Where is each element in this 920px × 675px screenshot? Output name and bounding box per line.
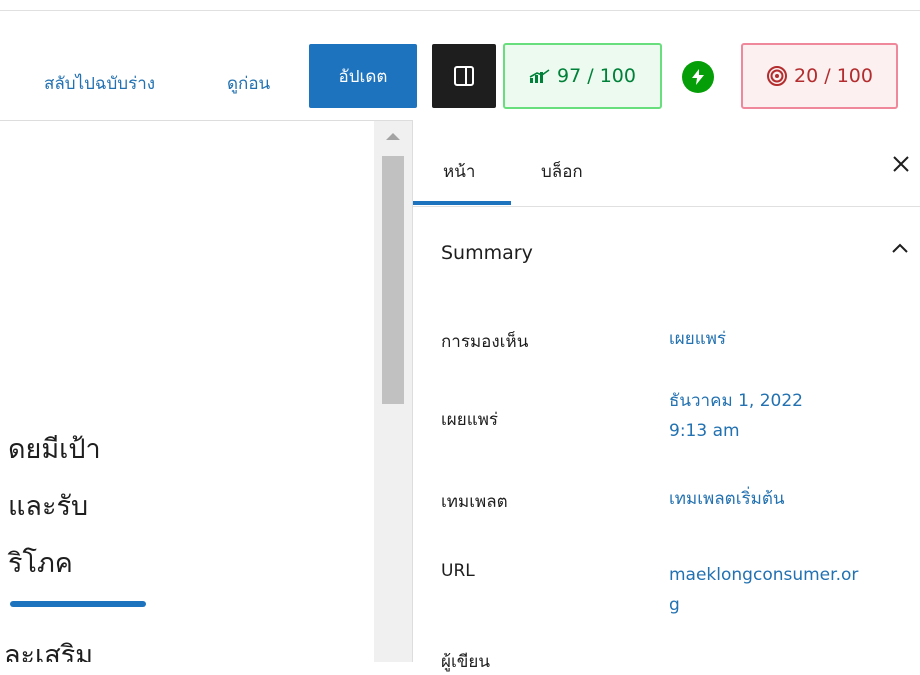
- settings-sidebar: หน้า บล็อก Summary การมองเห็น เผยแพร่ เผ…: [412, 120, 920, 672]
- chart-icon: [529, 69, 550, 83]
- url-value[interactable]: maeklongconsumer.or g: [669, 560, 858, 620]
- template-value[interactable]: เทมเพลตเริ่มต้น: [669, 484, 785, 514]
- publish-time: 9:13 am: [669, 421, 740, 441]
- tab-page[interactable]: หน้า: [443, 158, 475, 185]
- visibility-value[interactable]: เผยแพร่: [669, 324, 726, 354]
- content-line: ริโภค: [8, 548, 73, 579]
- url-line: g: [669, 595, 680, 615]
- tab-block[interactable]: บล็อก: [541, 158, 583, 185]
- active-tab-indicator: [413, 201, 511, 205]
- scroll-up-arrow-icon[interactable]: [386, 133, 400, 140]
- jetpack-bolt-icon: [692, 69, 704, 85]
- close-icon[interactable]: [889, 152, 913, 176]
- visibility-label: การมองเห็น: [441, 332, 529, 352]
- summary-panel-title[interactable]: Summary: [441, 242, 533, 264]
- url-line: maeklongconsumer.or: [669, 565, 859, 585]
- content-scrollbar[interactable]: [374, 121, 412, 662]
- preview-button[interactable]: ดูก่อน: [227, 70, 270, 97]
- content-line: ละเสริม: [4, 640, 94, 662]
- content-line: ดยมีเป้า: [8, 434, 101, 465]
- publish-label: เผยแพร่: [441, 410, 499, 430]
- editor-toolbar: สลับไปฉบับร่าง ดูก่อน อัปเดต 97 / 100 20…: [0, 10, 920, 120]
- switch-to-draft-button[interactable]: สลับไปฉบับร่าง: [44, 70, 155, 97]
- jetpack-button[interactable]: [682, 61, 714, 93]
- scroll-thumb[interactable]: [382, 156, 404, 404]
- url-label: URL: [441, 561, 475, 581]
- readability-score-button[interactable]: 20 / 100: [741, 43, 898, 109]
- settings-toggle-button[interactable]: [432, 44, 496, 108]
- chevron-up-icon[interactable]: [889, 238, 911, 260]
- readability-score-value: 20 / 100: [794, 65, 873, 87]
- fingerprint-icon: [767, 66, 788, 86]
- seo-score-button[interactable]: 97 / 100: [503, 43, 662, 109]
- editor-content[interactable]: ดยมีเป้า และรับ ริโภค ละเสริม: [0, 121, 374, 662]
- update-button[interactable]: อัปเดต: [309, 44, 417, 108]
- content-line: และรับ: [8, 491, 89, 522]
- publish-date: ธันวาคม 1, 2022: [669, 391, 803, 411]
- seo-score-value: 97 / 100: [557, 65, 636, 87]
- template-label: เทมเพลต: [441, 492, 508, 512]
- update-label: อัปเดต: [338, 66, 388, 87]
- sidebar-tabs: หน้า บล็อก: [413, 120, 920, 207]
- content-separator: [10, 601, 146, 607]
- sidebar-toggle-icon: [454, 66, 474, 86]
- publish-date-value[interactable]: ธันวาคม 1, 2022 9:13 am: [669, 386, 803, 446]
